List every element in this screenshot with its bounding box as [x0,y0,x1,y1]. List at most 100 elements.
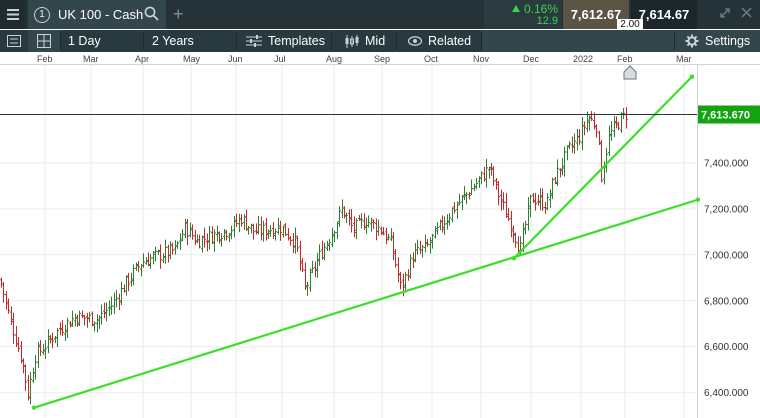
drawing-tools-button[interactable] [0,30,28,52]
expand-icon[interactable] [719,7,731,22]
ohlc-bar [470,179,473,196]
y-tick-label: 6,800.000 [704,296,749,307]
add-tab-icon[interactable]: + [173,5,184,23]
ohlc-bar [583,121,586,136]
ohlc-bar [537,194,540,206]
ohlc-bar [201,235,204,253]
ohlc-bar [566,145,569,161]
ohlc-bar [292,233,295,254]
ohlc-bar [323,242,326,261]
templates-button[interactable]: Templates [237,30,331,52]
ohlc-bar [198,234,201,249]
interval-dropdown[interactable]: 1 Day [61,30,143,52]
event-marker-icon[interactable] [623,65,637,80]
x-axis: Feb Mar Apr May Jun Jul Aug Sep Oct Nov Dec 2022 Feb… [0,54,760,65]
x-tick-label: Jun [228,54,243,64]
trendline-anchor[interactable] [689,74,695,79]
ohlc-bar [252,223,255,240]
search-icon[interactable] [144,6,159,24]
ohlc-bar [463,185,466,200]
trendline-anchor[interactable] [31,405,37,410]
ohlc-bar [24,364,27,391]
ohlc-bar [309,268,312,292]
ohlc-bar [113,292,116,314]
ohlc-bar [184,219,187,239]
ohlc-bar [394,248,397,268]
ohlc-bars [0,107,628,405]
ohlc-bar [125,275,128,296]
ohlc-bar [66,317,69,339]
x-tick-label: Apr [135,54,149,64]
ohlc-bar [360,213,363,229]
ohlc-bar [181,229,184,242]
ohlc-bar [321,240,324,260]
ohlc-bar [527,197,530,231]
trendline-anchor[interactable] [511,256,517,261]
ohlc-bar [524,220,527,235]
ohlc-bar [507,207,510,221]
price-type-dropdown[interactable]: Mid [332,30,396,52]
trendline[interactable] [513,75,693,260]
ohlc-bar [465,191,468,205]
ohlc-bar [453,201,456,214]
ohlc-bar [0,277,3,288]
ohlc-bar [32,367,35,383]
ohlc-bar [333,230,336,243]
ohlc-bar [461,194,464,211]
close-icon[interactable] [741,7,752,21]
instrument-tab[interactable]: 1 UK 100 - Cash [28,0,166,29]
price-chart[interactable]: Feb Mar Apr May Jun Jul Aug Sep Oct Nov Dec 2022 Feb… [0,52,760,418]
ohlc-bar [228,233,231,242]
ohlc-bar [39,340,42,357]
settings-button[interactable]: Settings [675,30,760,52]
change-points: 12.9 [536,15,558,27]
ohlc-bar [218,231,221,244]
ohlc-bar [610,121,613,141]
ohlc-bar [301,258,304,273]
ohlc-bar [277,217,280,235]
change-percent: 0.16% [523,2,558,16]
ohlc-bar [397,257,400,283]
ohlc-bar [115,289,118,308]
ohlc-bar [431,233,434,249]
ohlc-bar [608,125,611,156]
ohlc-bar [576,128,579,151]
ohlc-bar [208,225,211,250]
ohlc-bar [105,302,108,322]
ohlc-bar [377,219,380,236]
ohlc-bar [497,181,500,206]
hamburger-menu-button[interactable] [0,0,26,29]
ohlc-bar [44,340,47,360]
ohlc-bar [265,217,268,241]
ohlc-bar [328,238,331,251]
chart-svg[interactable]: Feb Mar Apr May Jun Jul Aug Sep Oct Nov Dec 2022 Feb… [0,52,760,418]
related-button[interactable]: Related [397,30,481,52]
ohlc-bar [343,206,346,219]
ohlc-bar [289,236,292,246]
x-tick-label: 2022 [573,54,593,64]
ohlc-bar [284,223,287,237]
ohlc-bar [137,260,140,273]
ohlc-bar [299,240,302,271]
y-tick-label: 6,400.000 [704,388,749,399]
ohlc-bar [34,354,37,380]
ohlc-bar [20,341,23,364]
ohlc-bar [267,229,270,239]
range-dropdown[interactable]: 2 Years [144,30,236,52]
layout-button[interactable] [28,30,60,52]
ohlc-bar [488,166,491,179]
trendline-anchor[interactable] [695,197,701,202]
ohlc-bar [512,225,515,243]
ohlc-bar [404,271,407,293]
ohlc-bar [510,210,513,238]
up-arrow-icon [512,5,520,12]
y-tick-label: 7,000.000 [704,250,749,261]
ohlc-bar [598,130,601,145]
ohlc-bar [345,212,348,224]
x-tick-label: Nov [473,54,490,64]
y-tick-label: 7,400.000 [704,158,749,169]
ohlc-bar [350,209,353,233]
y-axis: 6,400.000 6,600.000 6,800.000 7,000.000 7,20… [704,158,749,399]
ohlc-bar [93,321,96,332]
ohlc-bar [370,217,373,232]
